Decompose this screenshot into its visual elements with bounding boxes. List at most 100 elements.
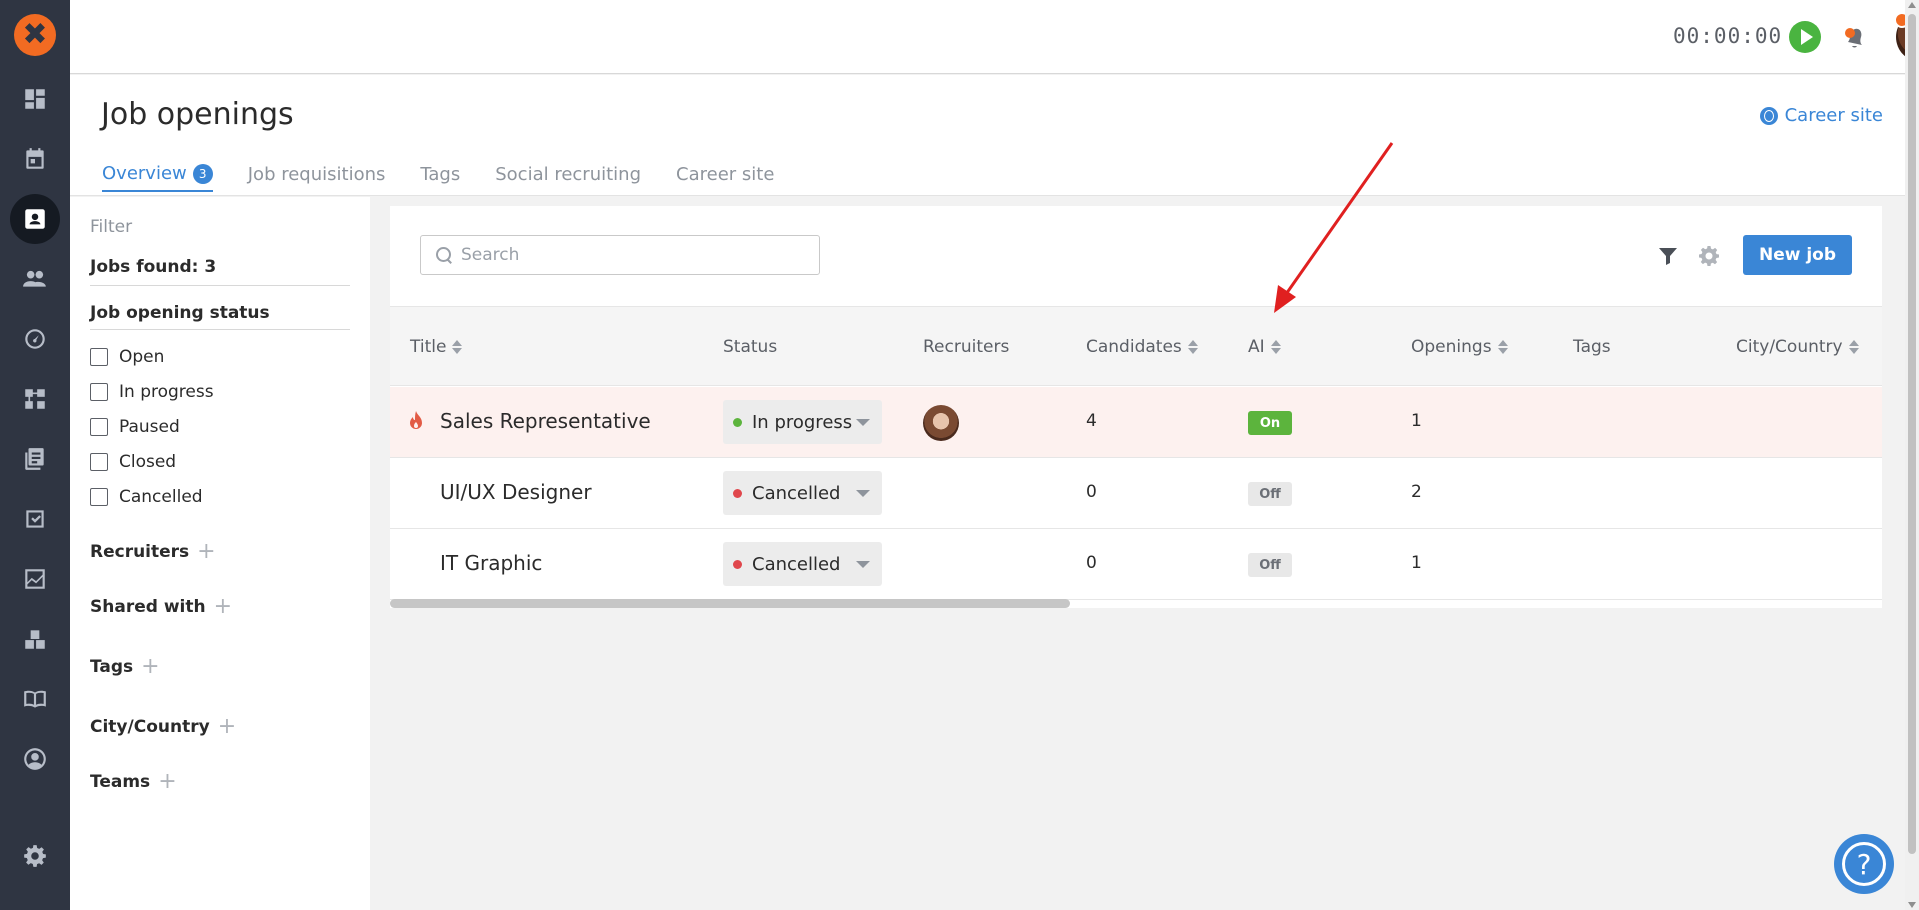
sort-icon[interactable] bbox=[1187, 340, 1198, 354]
table-row[interactable]: Sales Representative In progress 4 On 1 bbox=[390, 387, 1882, 458]
ai-status-badge[interactable]: Off bbox=[1248, 482, 1292, 506]
column-header-candidates[interactable]: Candidates bbox=[1086, 337, 1198, 357]
app-logo[interactable]: ✖ bbox=[14, 14, 56, 56]
column-header-openings[interactable]: Openings bbox=[1411, 337, 1508, 357]
column-header-label: City/Country bbox=[1736, 337, 1843, 357]
annotation-arrow bbox=[1274, 142, 1394, 313]
checkbox[interactable] bbox=[90, 453, 108, 471]
scroll-up-arrow-icon[interactable] bbox=[1908, 2, 1916, 8]
time-tracker-display: 00:00:00 bbox=[1673, 24, 1783, 48]
dashboard-icon[interactable] bbox=[10, 74, 60, 124]
career-site-link[interactable]: Career site bbox=[1759, 105, 1883, 126]
status-dropdown[interactable]: Cancelled bbox=[723, 471, 882, 515]
sort-icon[interactable] bbox=[1848, 340, 1859, 354]
help-button[interactable]: ? bbox=[1834, 834, 1894, 894]
filter-funnel-icon[interactable] bbox=[1658, 246, 1678, 266]
settings-icon[interactable] bbox=[10, 831, 60, 881]
status-dropdown[interactable]: In progress bbox=[723, 400, 882, 444]
table-row[interactable]: UI/UX Designer Cancelled 0 Off 2 bbox=[390, 458, 1882, 529]
chevron-down-icon bbox=[856, 419, 870, 426]
tab-tags[interactable]: Tags bbox=[420, 163, 460, 192]
add-plus-icon[interactable]: + bbox=[197, 541, 215, 563]
column-header-label: Title bbox=[410, 337, 447, 357]
status-filter-label: Closed bbox=[119, 452, 177, 472]
calendar-icon[interactable] bbox=[10, 134, 60, 184]
filter-group-teams[interactable]: Teams + bbox=[90, 771, 177, 793]
tab-social-recruiting[interactable]: Social recruiting bbox=[495, 163, 641, 192]
start-timer-button[interactable] bbox=[1789, 21, 1821, 53]
status-filter-open[interactable]: Open bbox=[90, 347, 164, 367]
status-filter-label: Open bbox=[119, 347, 165, 367]
ai-status-badge[interactable]: On bbox=[1248, 411, 1292, 435]
sort-icon[interactable] bbox=[1497, 340, 1508, 354]
job-openings-icon[interactable] bbox=[10, 194, 60, 244]
new-job-button[interactable]: New job bbox=[1743, 235, 1852, 275]
status-dropdown[interactable]: Cancelled bbox=[723, 542, 882, 586]
filter-group-label: Shared with bbox=[90, 597, 206, 617]
filter-group-recruiters[interactable]: Recruiters + bbox=[90, 541, 216, 563]
filter-group-shared-with[interactable]: Shared with + bbox=[90, 596, 232, 618]
candidates-count[interactable]: 0 bbox=[1086, 553, 1097, 573]
profile-icon[interactable] bbox=[10, 734, 60, 784]
documents-icon[interactable] bbox=[10, 434, 60, 484]
filter-group-label: Tags bbox=[90, 657, 134, 677]
candidates-count[interactable]: 4 bbox=[1086, 411, 1097, 431]
table-horizontal-scrollbar[interactable] bbox=[390, 599, 1070, 608]
filter-group-city-country[interactable]: City/Country + bbox=[90, 716, 236, 738]
knowledge-book-icon[interactable] bbox=[10, 674, 60, 724]
status-filter-cancelled[interactable]: Cancelled bbox=[90, 487, 203, 507]
workflow-icon[interactable] bbox=[10, 374, 60, 424]
status-filter-closed[interactable]: Closed bbox=[90, 452, 176, 472]
status-filter-in-progress[interactable]: In progress bbox=[90, 382, 214, 402]
checkbox[interactable] bbox=[90, 488, 108, 506]
notifications-bell-icon[interactable] bbox=[1840, 22, 1870, 52]
checkbox[interactable] bbox=[90, 348, 108, 366]
status-filter-paused[interactable]: Paused bbox=[90, 417, 180, 437]
hot-job-fire-icon bbox=[408, 411, 424, 431]
table-settings-gear-icon[interactable] bbox=[1697, 244, 1721, 268]
speedometer-icon[interactable] bbox=[10, 314, 60, 364]
candidates-icon[interactable] bbox=[10, 254, 60, 304]
filter-group-label: Teams bbox=[90, 772, 151, 792]
job-title-link[interactable]: Sales Representative bbox=[440, 409, 651, 433]
tasks-icon[interactable] bbox=[10, 494, 60, 544]
candidates-count[interactable]: 0 bbox=[1086, 482, 1097, 502]
search-box[interactable] bbox=[420, 235, 820, 275]
sort-icon[interactable] bbox=[1270, 340, 1281, 354]
column-header-title[interactable]: Title bbox=[410, 337, 463, 357]
checkbox[interactable] bbox=[90, 418, 108, 436]
reports-icon[interactable] bbox=[10, 554, 60, 604]
page-header: Job openings Career site Overview 3 Job … bbox=[70, 75, 1905, 196]
column-header-city-country[interactable]: City/Country bbox=[1736, 337, 1859, 357]
checkbox[interactable] bbox=[90, 383, 108, 401]
job-title-link[interactable]: IT Graphic bbox=[440, 551, 542, 575]
job-title-link[interactable]: UI/UX Designer bbox=[440, 480, 592, 504]
table-row[interactable]: IT Graphic Cancelled 0 Off 1 bbox=[390, 529, 1882, 600]
column-header-label: AI bbox=[1248, 337, 1265, 357]
filter-sidebar: Filter Jobs found: 3 Job opening status … bbox=[70, 197, 370, 910]
page-vertical-scrollbar[interactable] bbox=[1905, 0, 1919, 910]
add-plus-icon[interactable]: + bbox=[141, 656, 159, 678]
left-nav-rail: ✖ bbox=[0, 0, 70, 910]
jobs-found-count: Jobs found: 3 bbox=[90, 257, 350, 286]
filter-group-tags[interactable]: Tags + bbox=[90, 656, 160, 678]
add-plus-icon[interactable]: + bbox=[214, 596, 232, 618]
tab-career-site[interactable]: Career site bbox=[676, 163, 774, 192]
top-bar: 00:00:00 bbox=[70, 0, 1919, 74]
add-plus-icon[interactable]: + bbox=[218, 716, 236, 738]
search-input[interactable] bbox=[461, 245, 801, 265]
tab-job-requisitions[interactable]: Job requisitions bbox=[248, 163, 386, 192]
filter-group-label: Recruiters bbox=[90, 542, 190, 562]
ai-status-badge[interactable]: Off bbox=[1248, 553, 1292, 577]
column-header-ai[interactable]: AI bbox=[1248, 337, 1281, 357]
status-dropdown-value: Cancelled bbox=[752, 553, 841, 575]
recruiter-avatar[interactable] bbox=[923, 405, 959, 441]
page-tabs: Overview 3 Job requisitions Tags Social … bbox=[102, 163, 774, 192]
scrollbar-thumb[interactable] bbox=[1908, 14, 1916, 854]
sort-icon[interactable] bbox=[452, 340, 463, 354]
integrations-icon[interactable] bbox=[10, 614, 60, 664]
add-plus-icon[interactable]: + bbox=[158, 771, 176, 793]
tab-overview[interactable]: Overview 3 bbox=[102, 163, 213, 192]
status-dropdown-value: Cancelled bbox=[752, 482, 841, 504]
scroll-down-arrow-icon[interactable] bbox=[1908, 902, 1916, 908]
